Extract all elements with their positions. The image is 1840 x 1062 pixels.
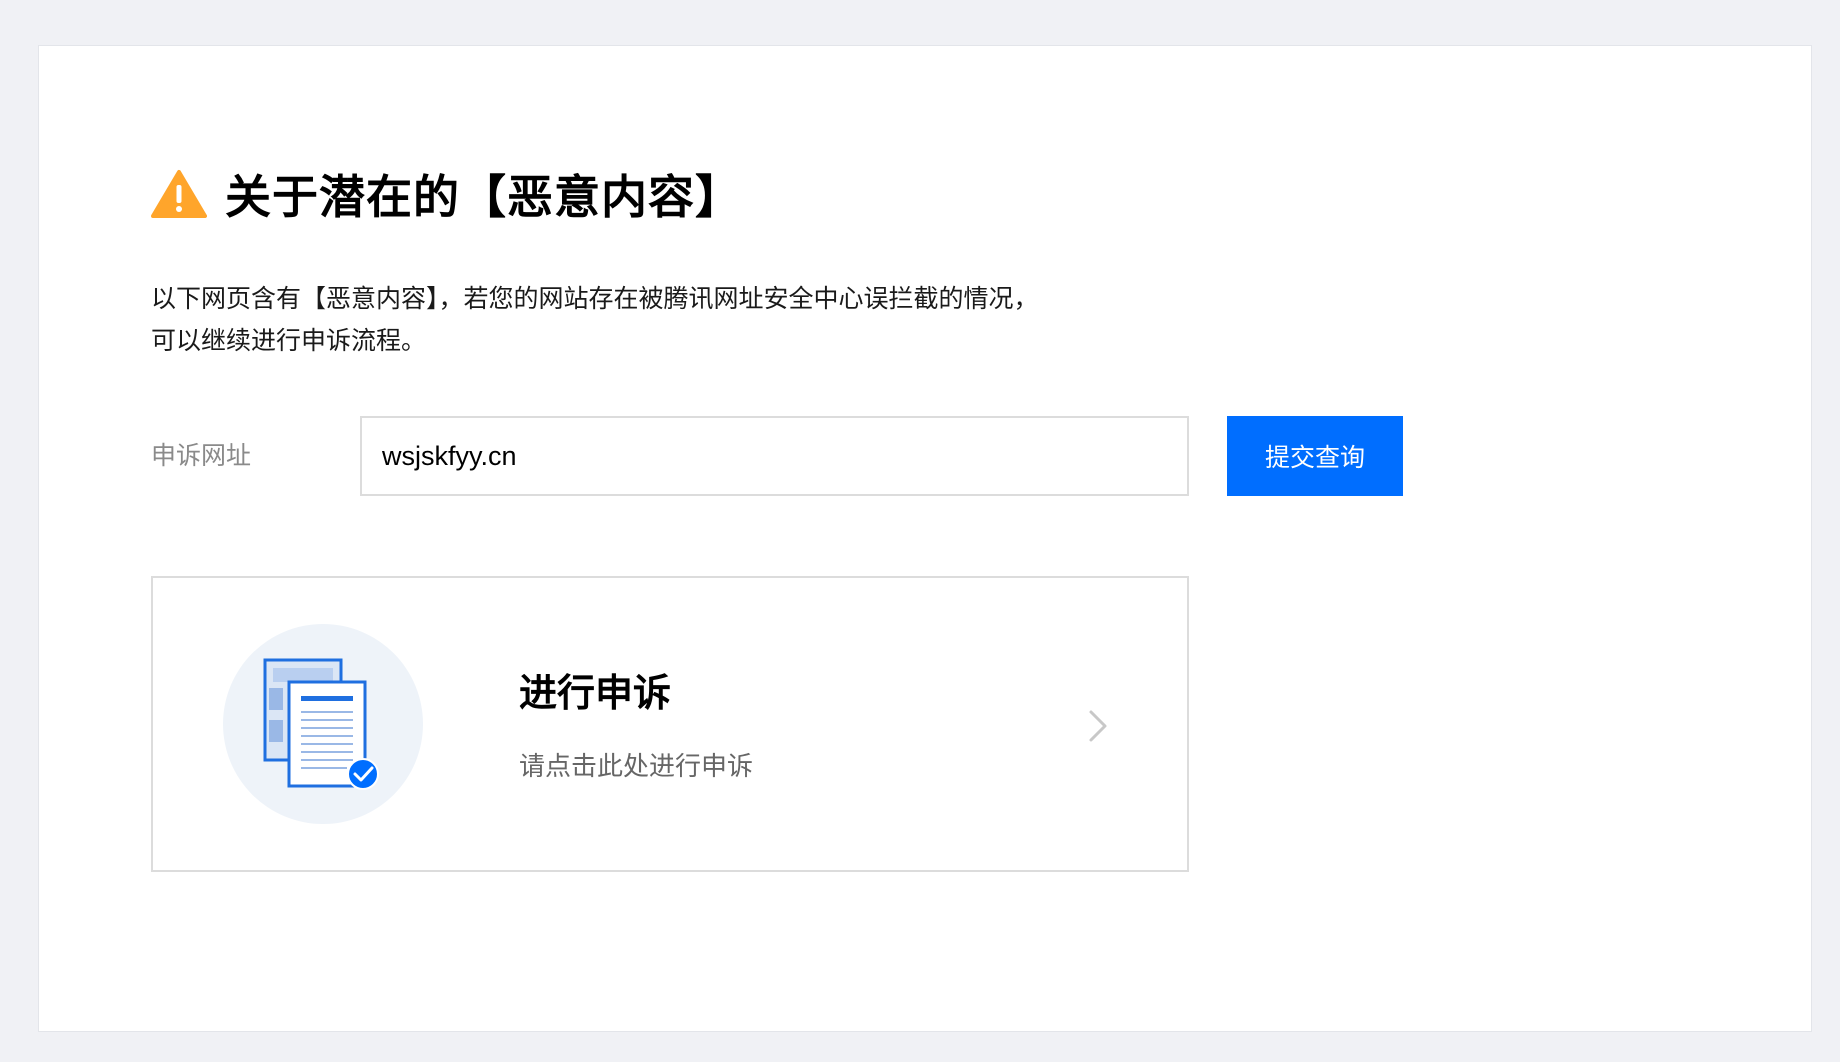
- main-panel: 关于潜在的【恶意内容】 以下网页含有【恶意内容】，若您的网站存在被腾讯网址安全中…: [38, 45, 1812, 1032]
- description-line-2: 可以继续进行申诉流程。: [151, 326, 427, 355]
- appeal-card[interactable]: 进行申诉 请点击此处进行申诉: [151, 576, 1189, 872]
- page-description: 以下网页含有【恶意内容】，若您的网站存在被腾讯网址安全中心误拦截的情况， 可以继…: [151, 278, 1151, 362]
- description-line-1: 以下网页含有【恶意内容】，若您的网站存在被腾讯网址安全中心误拦截的情况，: [151, 284, 1039, 313]
- appeal-card-title: 进行申诉: [519, 671, 672, 715]
- url-input[interactable]: [360, 416, 1189, 496]
- submit-query-button[interactable]: 提交查询: [1227, 416, 1403, 496]
- appeal-card-subtitle: 请点击此处进行申诉: [519, 752, 754, 782]
- page-title: 关于潜在的【恶意内容】: [225, 170, 742, 224]
- document-check-icon: [223, 624, 423, 824]
- url-field-label: 申诉网址: [151, 441, 252, 470]
- title-row: 关于潜在的【恶意内容】: [151, 158, 742, 230]
- warning-icon: [151, 169, 207, 219]
- chevron-right-icon: [1087, 708, 1109, 744]
